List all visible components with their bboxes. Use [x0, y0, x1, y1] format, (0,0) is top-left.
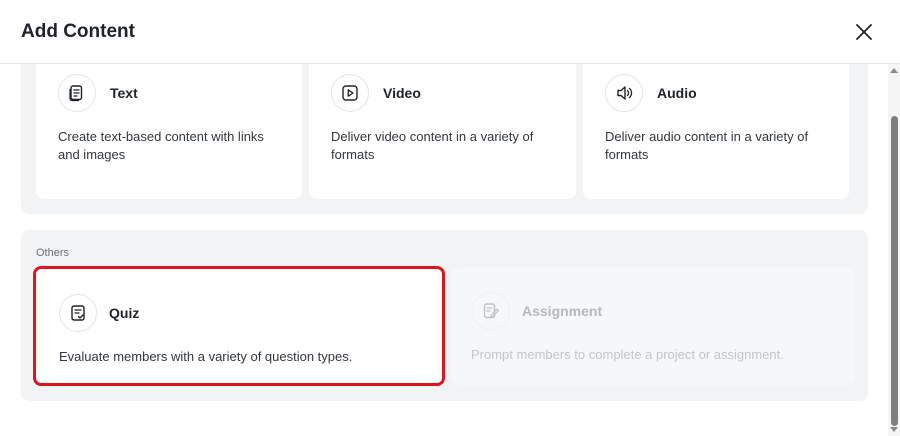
content-card-description: Deliver audio content in a variety of fo… — [605, 129, 809, 162]
assignment-edit-icon — [472, 292, 510, 330]
content-card-description: Evaluate members with a variety of quest… — [59, 349, 353, 364]
content-card-quiz[interactable]: Quiz Evaluate members with a variety of … — [33, 266, 445, 386]
quiz-checklist-icon — [59, 294, 97, 332]
content-card-label: Quiz — [109, 305, 140, 321]
dialog-title: Add Content — [21, 21, 135, 42]
content-card-label: Video — [383, 85, 421, 101]
content-card-assignment[interactable]: Assignment Prompt members to complete a … — [451, 267, 855, 385]
content-card-description: Create text-based content with links and… — [58, 129, 264, 162]
content-card-video[interactable]: Video Deliver video content in a variety… — [309, 64, 576, 199]
others-group-label: Others — [36, 247, 70, 259]
others-group: Others Quiz Evaluate members with a vari… — [21, 230, 868, 401]
video-play-icon — [331, 74, 369, 112]
content-card-description: Deliver video content in a variety of fo… — [331, 129, 534, 162]
content-card-label: Audio — [657, 85, 697, 101]
scroll-thumb[interactable] — [891, 116, 898, 426]
text-document-icon — [58, 74, 96, 112]
content-card-text[interactable]: Text Create text-based content with link… — [36, 64, 302, 199]
content-card-label: Text — [110, 85, 138, 101]
close-icon[interactable] — [852, 20, 876, 44]
speaker-icon — [605, 74, 643, 112]
scroll-up-arrow-icon[interactable] — [890, 68, 898, 73]
dialog-header: Add Content — [0, 0, 900, 64]
content-card-label: Assignment — [522, 303, 603, 319]
dialog-body: Text Create text-based content with link… — [0, 64, 888, 436]
vertical-scrollbar[interactable] — [888, 64, 900, 436]
content-card-audio[interactable]: Audio Deliver audio content in a variety… — [583, 64, 849, 199]
content-card-description: Prompt members to complete a project or … — [471, 347, 784, 362]
scroll-down-arrow-icon[interactable] — [890, 427, 898, 432]
content-types-group: Text Create text-based content with link… — [21, 64, 868, 214]
